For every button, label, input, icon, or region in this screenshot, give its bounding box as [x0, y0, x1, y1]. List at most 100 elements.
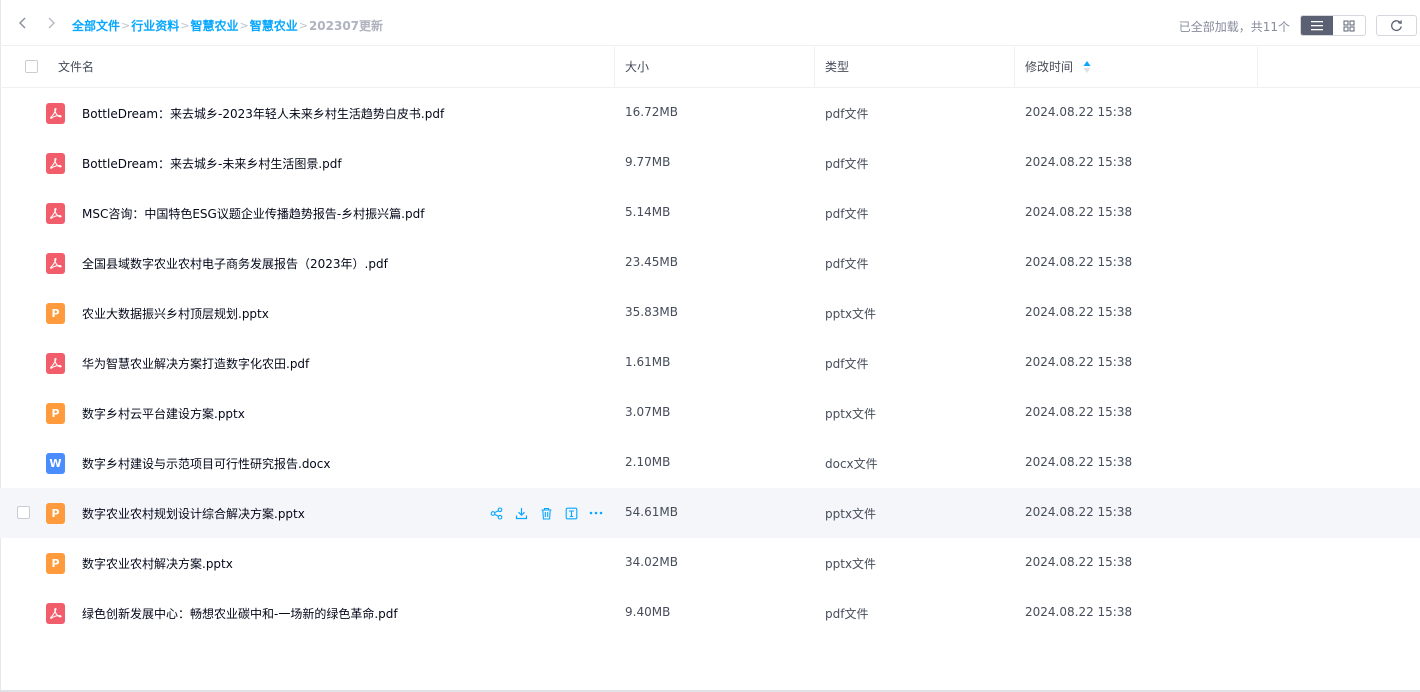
acrobat-glyph — [50, 607, 62, 619]
file-size: 9.77MB — [625, 155, 671, 169]
pdf-icon — [46, 353, 65, 374]
breadcrumb-item-smart-agri-2[interactable]: 智慧农业 — [250, 17, 298, 34]
file-name[interactable]: 全国县域数字农业农村电子商务发展报告（2023年）.pdf — [82, 255, 388, 272]
row-checkbox[interactable] — [17, 506, 30, 519]
table-row[interactable]: BottleDream：来去城乡-未来乡村生活图景.pdf 9.77MB pdf文件… — [0, 138, 1420, 188]
file-modified: 2024.08.22 15:38 — [1025, 505, 1133, 519]
file-name[interactable]: MSC咨询：中国特色ESG议题企业传播趋势报告-乡村振兴篇.pdf — [82, 205, 424, 222]
breadcrumb-separator: > — [239, 18, 249, 32]
breadcrumb-separator: > — [180, 18, 190, 32]
breadcrumb-item-industry[interactable]: 行业资料 — [131, 17, 179, 34]
list-icon — [1311, 21, 1323, 31]
table-row[interactable]: MSC咨询：中国特色ESG议题企业传播趋势报告-乡村振兴篇.pdf 5.14MB p… — [0, 188, 1420, 238]
chevron-right-icon — [48, 17, 55, 29]
row-actions — [488, 505, 613, 521]
file-type: pdf文件 — [825, 207, 869, 221]
column-divider — [814, 47, 815, 87]
forward-button[interactable] — [42, 14, 60, 32]
file-type: pptx文件 — [825, 307, 877, 321]
file-icon-letter: W — [49, 457, 62, 470]
select-all-checkbox[interactable] — [25, 60, 38, 73]
file-name[interactable]: 数字乡村建设与示范项目可行性研究报告.docx — [82, 455, 330, 472]
table-row[interactable]: 华为智慧农业解决方案打造数字化农田.pdf 1.61MB pdf文件 2024.08.… — [0, 338, 1420, 388]
column-header-modified[interactable]: 修改时间 — [1025, 47, 1073, 87]
file-size: 23.45MB — [625, 255, 678, 269]
toolbar: 全部文件 > 行业资料 > 智慧农业 > 智慧农业 > 202307更新 已全部… — [0, 0, 1420, 46]
file-list: BottleDream：来去城乡-2023年轻人未来乡村生活趋势白皮书.pdf 1… — [0, 88, 1420, 638]
delete-button[interactable] — [538, 505, 554, 521]
acrobat-glyph — [50, 357, 62, 369]
grid-icon — [1343, 20, 1355, 31]
file-name[interactable]: 数字农业农村解决方案.pptx — [82, 555, 233, 572]
breadcrumb-item-smart-agri-1[interactable]: 智慧农业 — [190, 17, 238, 34]
table-row[interactable]: 全国县域数字农业农村电子商务发展报告（2023年）.pdf 23.45MB pdf文… — [0, 238, 1420, 288]
column-divider — [614, 47, 615, 87]
file-type: pdf文件 — [825, 357, 869, 371]
table-header: 文件名 大小 类型 修改时间 — [0, 47, 1420, 88]
grid-view-button[interactable] — [1333, 16, 1365, 35]
file-icon-letter: P — [51, 557, 60, 570]
column-header-name[interactable]: 文件名 — [58, 47, 94, 87]
more-icon — [589, 511, 603, 515]
load-status: 已全部加载，共11个 — [1178, 20, 1290, 34]
list-view-button[interactable] — [1301, 16, 1333, 35]
column-divider — [1014, 47, 1015, 87]
table-row[interactable]: P 数字农业农村规划设计综合解决方案.pptx 54.61MB pptx文件 2024.… — [0, 488, 1420, 538]
pptx-icon: P — [46, 303, 65, 324]
file-size: 35.83MB — [625, 305, 678, 319]
acrobat-glyph — [50, 257, 62, 269]
pdf-icon — [46, 203, 65, 224]
column-header-type[interactable]: 类型 — [825, 47, 849, 87]
column-header-size[interactable]: 大小 — [625, 47, 649, 87]
table-row[interactable]: 绿色创新发展中心：畅想农业碳中和-一场新的绿色革命.pdf 9.40MB pdf文件… — [0, 588, 1420, 638]
pdf-icon — [46, 153, 65, 174]
back-button[interactable] — [14, 14, 32, 32]
table-row[interactable]: P 数字农业农村解决方案.pptx 34.02MB pptx文件 2024.08.22 … — [0, 538, 1420, 588]
sort-ascending-icon[interactable] — [1083, 60, 1091, 74]
chevron-left-icon — [19, 17, 26, 29]
file-type: docx文件 — [825, 457, 878, 471]
share-button[interactable] — [488, 505, 504, 521]
file-modified: 2024.08.22 15:38 — [1025, 205, 1133, 219]
file-name[interactable]: 数字乡村云平台建设方案.pptx — [82, 405, 245, 422]
file-name[interactable]: BottleDream：来去城乡-未来乡村生活图景.pdf — [82, 155, 342, 172]
refresh-icon — [1391, 20, 1402, 32]
rename-button[interactable] — [563, 505, 579, 521]
file-size: 54.61MB — [625, 505, 678, 519]
share-icon — [490, 506, 502, 520]
file-name[interactable]: 绿色创新发展中心：畅想农业碳中和-一场新的绿色革命.pdf — [82, 605, 398, 622]
breadcrumb-separator: > — [298, 18, 308, 32]
file-modified: 2024.08.22 15:38 — [1025, 455, 1133, 469]
breadcrumb-item-all-files[interactable]: 全部文件 — [72, 17, 120, 34]
file-icon-letter: P — [51, 507, 60, 520]
file-name[interactable]: 数字农业农村规划设计综合解决方案.pptx — [82, 505, 305, 522]
docx-icon: W — [46, 453, 65, 474]
file-size: 34.02MB — [625, 555, 678, 569]
refresh-button[interactable] — [1376, 15, 1417, 36]
file-modified: 2024.08.22 15:38 — [1025, 555, 1133, 569]
file-type: pptx文件 — [825, 557, 877, 571]
rename-icon — [565, 507, 577, 519]
file-size: 3.07MB — [625, 405, 671, 419]
file-size: 1.61MB — [625, 355, 671, 369]
pdf-icon — [46, 253, 65, 274]
file-icon-letter: P — [51, 407, 60, 420]
download-button[interactable] — [513, 505, 529, 521]
download-icon — [515, 507, 527, 519]
table-row[interactable]: BottleDream：来去城乡-2023年轻人未来乡村生活趋势白皮书.pdf 1… — [0, 88, 1420, 138]
file-modified: 2024.08.22 15:38 — [1025, 305, 1133, 319]
pptx-icon: P — [46, 403, 65, 424]
table-row[interactable]: W 数字乡村建设与示范项目可行性研究报告.docx 2.10MB docx文件 2024… — [0, 438, 1420, 488]
column-divider — [1257, 47, 1258, 87]
file-modified: 2024.08.22 15:38 — [1025, 355, 1133, 369]
file-name[interactable]: 农业大数据振兴乡村顶层规划.pptx — [82, 305, 269, 322]
pptx-icon: P — [46, 553, 65, 574]
table-row[interactable]: P 农业大数据振兴乡村顶层规划.pptx 35.83MB pptx文件 2024.08.… — [0, 288, 1420, 338]
table-row[interactable]: P 数字乡村云平台建设方案.pptx 3.07MB pptx文件 2024.08.22 … — [0, 388, 1420, 438]
file-name[interactable]: 华为智慧农业解决方案打造数字化农田.pdf — [82, 355, 309, 372]
acrobat-glyph — [50, 157, 62, 169]
acrobat-glyph — [50, 207, 62, 219]
file-name[interactable]: BottleDream：来去城乡-2023年轻人未来乡村生活趋势白皮书.pdf — [82, 105, 444, 122]
more-button[interactable] — [588, 505, 604, 521]
file-modified: 2024.08.22 15:38 — [1025, 105, 1133, 119]
